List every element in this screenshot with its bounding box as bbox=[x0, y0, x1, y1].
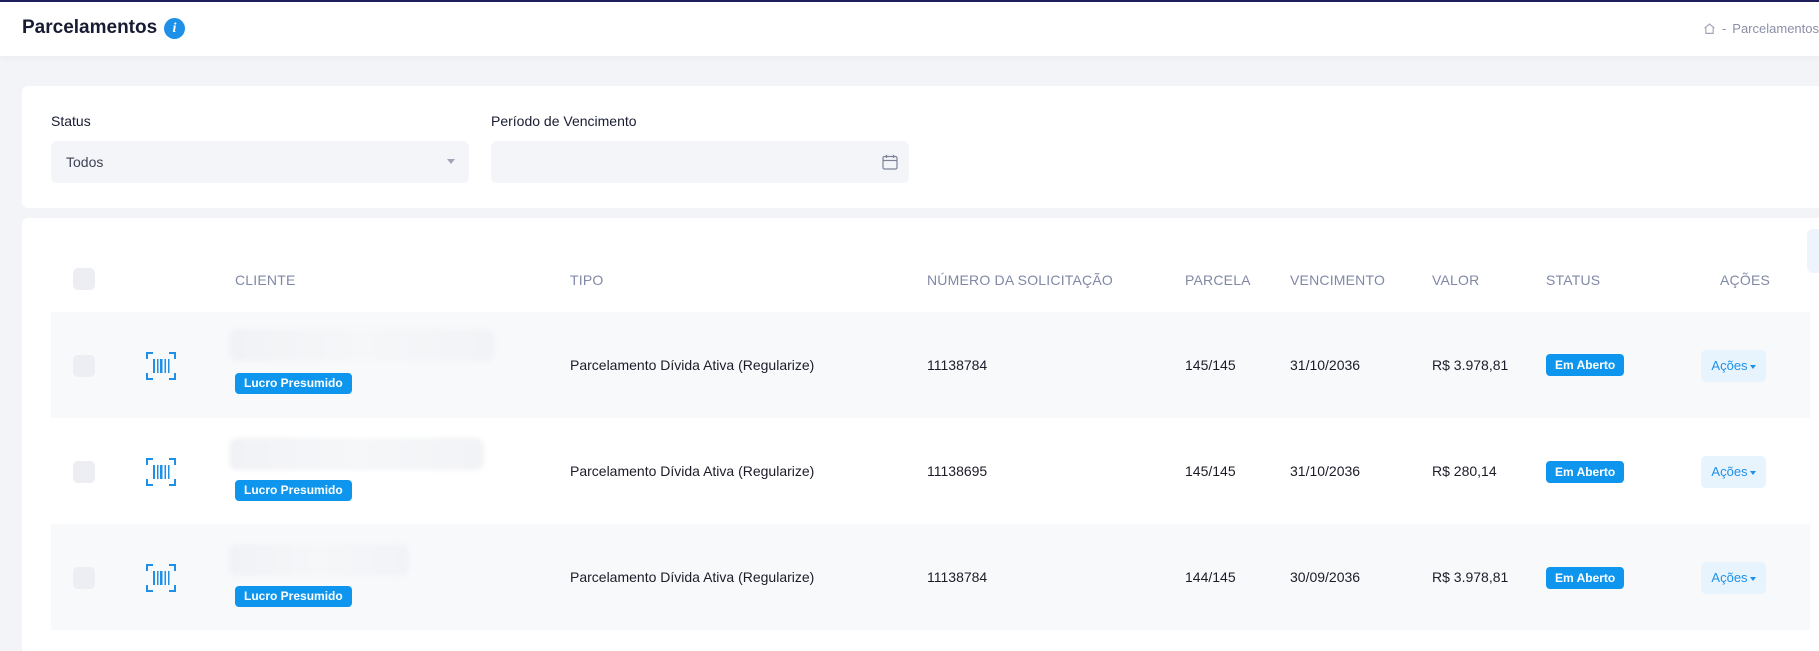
status-badge: Em Aberto bbox=[1546, 354, 1625, 376]
info-icon[interactable]: i bbox=[164, 18, 185, 39]
table-row: Lucro Presumido Parcelamento Dívida Ativ… bbox=[51, 312, 1810, 418]
calendar-icon[interactable] bbox=[881, 153, 899, 171]
column-header-valor[interactable]: VALOR bbox=[1432, 272, 1479, 288]
column-header-vencimento[interactable]: VENCIMENTO bbox=[1290, 272, 1385, 288]
client-name-redacted bbox=[229, 544, 409, 576]
period-date-input[interactable] bbox=[491, 141, 909, 183]
barcode-icon[interactable] bbox=[146, 563, 176, 593]
tax-regime-badge: Lucro Presumido bbox=[235, 586, 352, 607]
valor-cell: R$ 3.978,81 bbox=[1432, 569, 1509, 585]
acoes-dropdown-button[interactable]: Ações bbox=[1701, 456, 1766, 488]
page-header: Parcelamentos i - Parcelamentos bbox=[0, 2, 1819, 56]
column-header-cliente[interactable]: CLIENTE bbox=[235, 272, 296, 288]
chevron-down-icon bbox=[447, 159, 455, 164]
row-checkbox[interactable] bbox=[73, 567, 95, 589]
column-header-acoes: AÇÕES bbox=[1720, 272, 1771, 288]
filter-panel: Status Todos Período de Vencimento bbox=[22, 86, 1819, 208]
column-header-parcela[interactable]: PARCELA bbox=[1185, 272, 1251, 288]
tax-regime-badge: Lucro Presumido bbox=[235, 373, 352, 394]
status-select[interactable]: Todos bbox=[51, 141, 469, 183]
tax-regime-badge: Lucro Presumido bbox=[235, 480, 352, 501]
breadcrumb-current: Parcelamentos bbox=[1732, 21, 1819, 36]
column-header-tipo[interactable]: TIPO bbox=[570, 272, 603, 288]
status-select-value: Todos bbox=[66, 154, 104, 170]
row-checkbox[interactable] bbox=[73, 355, 95, 377]
status-badge: Em Aberto bbox=[1546, 567, 1625, 589]
column-header-numero[interactable]: NÚMERO DA SOLICITAÇÃO bbox=[927, 272, 1113, 288]
page-title: Parcelamentos bbox=[22, 17, 158, 38]
acoes-button-label: Ações bbox=[1711, 358, 1748, 373]
caret-down-icon bbox=[1749, 364, 1756, 369]
vencimento-cell: 30/09/2036 bbox=[1290, 569, 1361, 585]
acoes-button-label: Ações bbox=[1711, 464, 1748, 479]
valor-cell: R$ 280,14 bbox=[1432, 463, 1497, 479]
period-filter-label: Período de Vencimento bbox=[491, 113, 637, 129]
table-row: Lucro Presumido Parcelamento Dívida Ativ… bbox=[51, 524, 1810, 630]
parcela-cell: 145/145 bbox=[1185, 463, 1236, 479]
parcela-cell: 144/145 bbox=[1185, 569, 1236, 585]
valor-cell: R$ 3.978,81 bbox=[1432, 357, 1509, 373]
client-name-redacted bbox=[229, 329, 494, 361]
column-header-status[interactable]: STATUS bbox=[1546, 272, 1600, 288]
client-name-redacted bbox=[229, 438, 484, 470]
barcode-icon[interactable] bbox=[146, 457, 176, 487]
breadcrumb: - Parcelamentos bbox=[1703, 21, 1819, 36]
select-all-checkbox[interactable] bbox=[73, 268, 95, 290]
installments-table: CLIENTE TIPO NÚMERO DA SOLICITAÇÃO PARCE… bbox=[22, 218, 1819, 651]
table-row: Lucro Presumido Parcelamento Dívida Ativ… bbox=[51, 418, 1810, 524]
vencimento-cell: 31/10/2036 bbox=[1290, 357, 1361, 373]
side-panel-tab[interactable] bbox=[1807, 229, 1819, 273]
status-badge: Em Aberto bbox=[1546, 461, 1625, 483]
tipo-cell: Parcelamento Dívida Ativa (Regularize) bbox=[570, 357, 815, 373]
numero-cell: 11138784 bbox=[927, 569, 988, 585]
acoes-button-label: Ações bbox=[1711, 570, 1748, 585]
acoes-dropdown-button[interactable]: Ações bbox=[1701, 350, 1766, 382]
tipo-cell: Parcelamento Dívida Ativa (Regularize) bbox=[570, 463, 815, 479]
home-icon[interactable] bbox=[1703, 22, 1716, 35]
numero-cell: 11138784 bbox=[927, 357, 988, 373]
row-checkbox[interactable] bbox=[73, 461, 95, 483]
numero-cell: 11138695 bbox=[927, 463, 988, 479]
status-filter-label: Status bbox=[51, 113, 91, 129]
breadcrumb-separator: - bbox=[1721, 21, 1727, 36]
parcela-cell: 145/145 bbox=[1185, 357, 1236, 373]
barcode-icon[interactable] bbox=[146, 351, 176, 381]
vencimento-cell: 31/10/2036 bbox=[1290, 463, 1361, 479]
caret-down-icon bbox=[1749, 470, 1756, 475]
caret-down-icon bbox=[1749, 576, 1756, 581]
acoes-dropdown-button[interactable]: Ações bbox=[1701, 562, 1766, 594]
tipo-cell: Parcelamento Dívida Ativa (Regularize) bbox=[570, 569, 815, 585]
